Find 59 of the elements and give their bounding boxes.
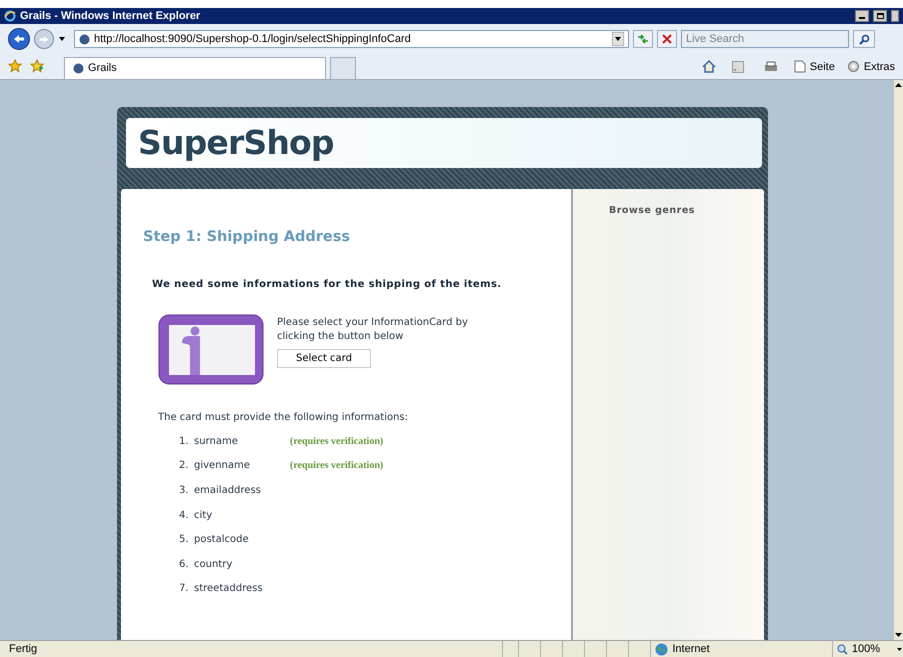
information-card-icon (158, 314, 264, 385)
list-number: 7. (179, 582, 190, 596)
sidebar-heading: Browse genres (609, 204, 696, 218)
claim-name: city (194, 508, 214, 523)
browser-logo-icon (4, 10, 16, 22)
search-icon (858, 34, 870, 44)
list-number: 2. (179, 459, 190, 474)
page-menu[interactable]: Seite (810, 58, 835, 75)
claim-name: streetaddress (194, 582, 264, 596)
dropdown-icon[interactable] (58, 36, 66, 42)
maximize-button[interactable] (873, 10, 887, 22)
list-number: 1. (179, 434, 190, 449)
zoom-icon (836, 644, 848, 654)
address-field[interactable]: http://localhost:9090/Supershop-0.1/login/selectShippingInfoCard (74, 30, 629, 48)
back-button[interactable] (8, 28, 30, 50)
home-icon[interactable] (702, 60, 716, 74)
requirements-text: The card must provide the following informations: (158, 410, 410, 425)
browser-tab[interactable]: Grails (64, 57, 326, 79)
gear-icon[interactable] (846, 60, 860, 74)
list-number: 4. (179, 508, 190, 523)
list-number: 6. (179, 558, 190, 572)
zone-text: Internet (672, 642, 710, 657)
window-title: Grails - Windows Internet Explorer (20, 8, 200, 24)
intro-text: We need some informations for the shipping of the items. (152, 278, 502, 292)
card-prompt: Please select your InformationCard by clicking the button below (277, 316, 469, 344)
zoom-button[interactable]: 100% (832, 641, 903, 657)
minimize-button[interactable] (855, 10, 869, 22)
select-card-button[interactable]: Select card (277, 348, 371, 368)
add-favorite-icon[interactable] (30, 59, 44, 73)
list-number: 3. (179, 484, 190, 498)
claim-name: givenname (194, 459, 251, 474)
forward-arrow-icon (39, 34, 49, 44)
page-heading: Step 1: Shipping Address (143, 228, 352, 247)
claim-name: country (194, 558, 234, 572)
url-text: http://localhost:9090/Supershop-0.1/login/selectShippingInfoCard (94, 32, 412, 47)
status-text: Fertig (8, 642, 38, 657)
verification-note: (requires verification) (290, 434, 384, 449)
search-field[interactable]: Live Search (681, 30, 849, 48)
refresh-button[interactable] (633, 30, 653, 48)
tools-menu[interactable]: Extras (864, 58, 895, 75)
stop-button[interactable] (657, 30, 677, 48)
globe-icon (655, 642, 668, 656)
logo-text: SuperShop (138, 122, 334, 164)
claim-name: postalcode (194, 533, 250, 548)
refresh-icon (637, 34, 649, 44)
close-button[interactable] (891, 10, 899, 22)
claim-name: surname (194, 434, 239, 449)
back-arrow-icon (13, 34, 25, 44)
search-button[interactable] (853, 30, 875, 48)
dropdown-icon (896, 646, 903, 652)
close-icon (662, 34, 672, 44)
scrollbar[interactable] (893, 80, 903, 640)
dropdown-icon[interactable] (612, 32, 624, 46)
claim-name: emailaddress (194, 484, 262, 498)
list-number: 5. (179, 533, 190, 548)
feed-icon[interactable] (732, 60, 744, 73)
verification-note: (requires verification) (290, 459, 384, 474)
printer-icon[interactable] (764, 60, 778, 73)
star-icon[interactable] (8, 59, 22, 73)
